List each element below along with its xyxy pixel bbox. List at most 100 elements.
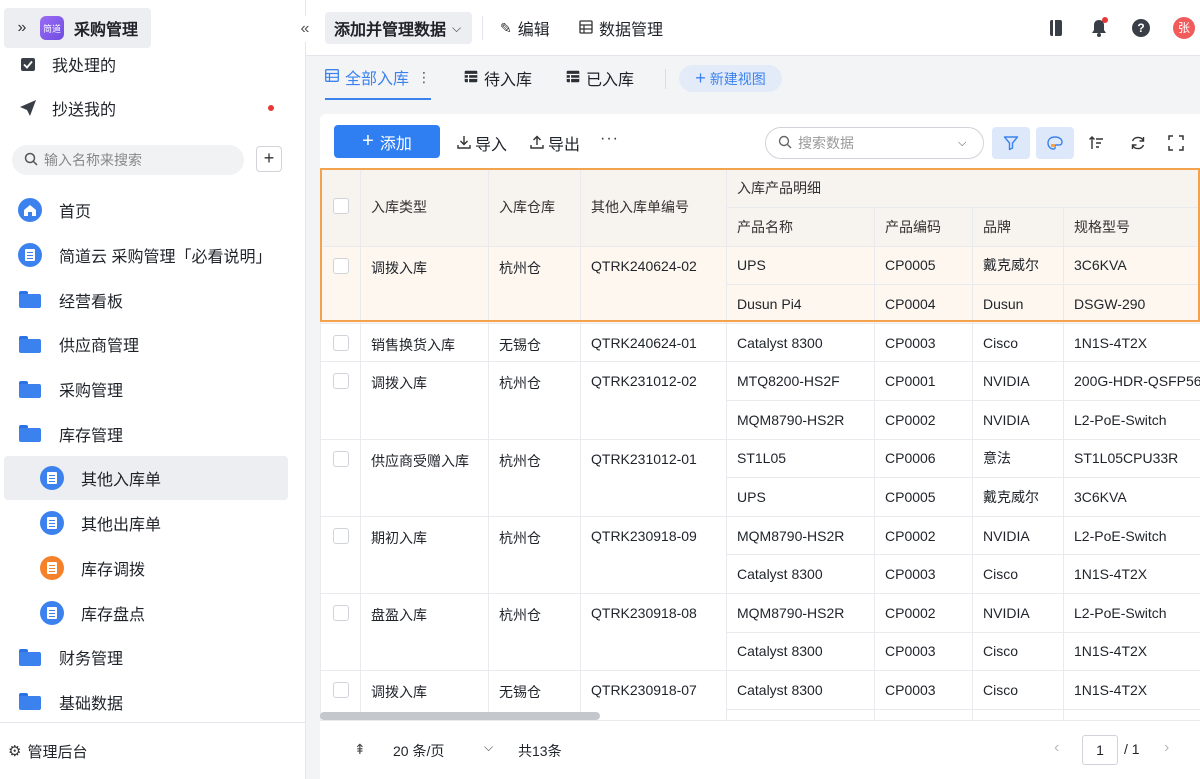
cell-number: QTRK231012-01 xyxy=(580,438,727,517)
cell-product-name: Dusun Pi4 xyxy=(726,284,875,324)
nav-other-inbound[interactable]: 其他入库单 xyxy=(0,456,306,501)
column-header[interactable]: 品牌 xyxy=(972,207,1064,247)
folder-icon xyxy=(18,288,42,312)
data-search[interactable]: ⌵ xyxy=(765,127,984,159)
sidebar-search[interactable] xyxy=(12,145,244,175)
tab-label: 全部入库 xyxy=(345,71,410,88)
nav-label: 财务管理 xyxy=(59,651,124,669)
sidebar-item-cc-me[interactable]: 抄送我的 xyxy=(0,88,306,128)
import-button[interactable]: 导入 xyxy=(457,132,507,154)
edit-button[interactable]: ✎ 编辑 xyxy=(500,16,550,40)
row-checkbox[interactable] xyxy=(320,438,361,517)
nav-base-data[interactable]: 基础数据 xyxy=(0,680,306,725)
mode-switch-dropdown[interactable]: 添加并管理数据 ⌵ xyxy=(325,12,472,44)
row-height-icon[interactable]: ⇞ xyxy=(354,741,366,758)
divider xyxy=(482,16,483,40)
plus-icon: + xyxy=(362,130,374,152)
cell-spec: 1N1S-4T2X xyxy=(1063,322,1200,363)
doc-icon xyxy=(40,600,64,625)
column-header[interactable]: 其他入库单编号 xyxy=(580,168,727,247)
horizontal-scrollbar[interactable] xyxy=(320,712,600,720)
tab-pending-inbound[interactable]: 待入库 xyxy=(464,56,532,100)
row-checkbox[interactable] xyxy=(320,361,361,440)
nav-supplier[interactable]: 供应商管理 xyxy=(0,322,306,367)
cell-warehouse: 杭州仓 xyxy=(488,592,581,672)
column-header[interactable]: 产品名称 xyxy=(726,207,875,247)
collapse-sidebar-icon[interactable]: « xyxy=(292,16,318,42)
filter-icon[interactable] xyxy=(992,127,1030,159)
folder-open-icon xyxy=(18,422,42,446)
fullscreen-icon[interactable] xyxy=(1157,127,1195,159)
cell-spec: 3C6KVA xyxy=(1063,245,1200,286)
row-checkbox[interactable] xyxy=(320,245,361,324)
sidebar-search-input[interactable] xyxy=(44,152,234,168)
notes-icon[interactable] xyxy=(1044,16,1068,40)
nav-home[interactable]: 首页 xyxy=(0,188,306,233)
table-row[interactable]: 调拨入库 杭州仓 QTRK240624-02 UPS CP0005 戴克威尔 3… xyxy=(320,245,1200,324)
chevron-down-icon[interactable]: ⌵ xyxy=(484,740,493,755)
cell-brand: 戴克威尔 xyxy=(972,477,1064,517)
column-header[interactable]: 入库仓库 xyxy=(488,168,581,247)
sidebar-item-my-tasks[interactable]: 我处理的 xyxy=(0,44,306,84)
add-button[interactable]: + 添加 xyxy=(334,125,440,158)
user-avatar[interactable]: 张 xyxy=(1172,16,1196,40)
table-row[interactable]: 销售换货入库 无锡仓 QTRK240624-01 Catalyst 8300 C… xyxy=(320,322,1200,363)
sort-icon[interactable] xyxy=(1077,127,1115,159)
nav-transfer[interactable]: 库存调拨 xyxy=(0,546,306,591)
page-size-select[interactable]: 20 条/页 xyxy=(393,741,444,761)
download-icon xyxy=(457,135,471,152)
nav-guide[interactable]: 简道云 采购管理「必看说明」 xyxy=(0,233,306,278)
table-row[interactable]: 期初入库 杭州仓 QTRK230918-09 MQM8790-HS2R CP00… xyxy=(320,515,1200,594)
export-button[interactable]: 导出 xyxy=(530,132,580,154)
expand-double-chevron-icon[interactable]: » xyxy=(4,19,40,37)
nav-finance[interactable]: 财务管理 xyxy=(0,635,306,680)
cell-spec: L2-PoE-Switch xyxy=(1063,592,1200,633)
table-row[interactable]: 调拨入库 杭州仓 QTRK231012-02 MTQ8200-HS2F CP00… xyxy=(320,361,1200,440)
table-row[interactable]: 调拨入库 无锡仓 QTRK230918-07 Catalyst 8300 CP0… xyxy=(320,670,1200,720)
prev-page-icon[interactable]: ‹ xyxy=(1054,739,1059,757)
table-row[interactable]: 供应商受赠入库 杭州仓 QTRK231012-01 ST1L05 CP0006 … xyxy=(320,438,1200,517)
data-manage-button[interactable]: 数据管理 xyxy=(579,16,663,40)
table-row[interactable]: 盘盈入库 杭州仓 QTRK230918-08 MQM8790-HS2R CP00… xyxy=(320,592,1200,672)
app-switcher[interactable]: » 简道 采购管理 xyxy=(4,8,151,48)
nav-stocktake[interactable]: 库存盘点 xyxy=(0,590,306,635)
row-checkbox[interactable] xyxy=(320,515,361,594)
cell-brand: NVIDIA xyxy=(972,592,1064,633)
column-header[interactable]: 规格型号 xyxy=(1063,207,1200,247)
cell-spec: L2-PoE-Switch xyxy=(1063,399,1200,440)
edit-label: 编辑 xyxy=(517,22,550,39)
help-icon[interactable]: ? xyxy=(1129,16,1153,40)
nav-purchase[interactable]: 采购管理 xyxy=(0,367,306,412)
new-view-button[interactable]: + 新建视图 xyxy=(679,65,782,92)
pagination-bar: ⇞ 20 条/页 ⌵ 共13条 ‹ 1 / 1 › xyxy=(320,720,1200,779)
cell-warehouse: 无锡仓 xyxy=(488,322,581,363)
cell-product-code: CP0002 xyxy=(874,515,973,556)
bell-icon[interactable] xyxy=(1087,16,1111,40)
refresh-icon[interactable] xyxy=(1119,127,1157,159)
cell-type: 销售换货入库 xyxy=(360,322,489,363)
nav-inventory[interactable]: 库存管理 xyxy=(0,411,306,456)
cell-product-code: CP0003 xyxy=(874,631,973,672)
tab-done-inbound[interactable]: 已入库 xyxy=(566,56,634,100)
tab-all-inbound[interactable]: 全部入库 ⋮ xyxy=(325,56,432,100)
row-checkbox[interactable] xyxy=(320,322,361,363)
more-actions-button[interactable]: ··· xyxy=(600,130,619,148)
more-vertical-icon[interactable]: ⋮ xyxy=(417,69,431,86)
nav-dashboard[interactable]: 经营看板 xyxy=(0,277,306,322)
column-header[interactable]: 入库类型 xyxy=(360,168,489,247)
page-number-input[interactable]: 1 xyxy=(1082,735,1118,765)
next-page-icon[interactable]: › xyxy=(1164,739,1169,757)
nav-label: 其他入库单 xyxy=(81,472,162,490)
add-item-button[interactable]: + xyxy=(256,146,282,172)
select-all-checkbox[interactable] xyxy=(320,168,361,247)
chevron-down-icon[interactable]: ⌵ xyxy=(958,137,966,150)
column-header[interactable]: 产品编码 xyxy=(874,207,973,247)
column-group-header[interactable]: 入库产品明细 xyxy=(726,168,1200,208)
row-checkbox[interactable] xyxy=(320,592,361,672)
admin-console-link[interactable]: ⚙ 管理后台 xyxy=(0,722,306,779)
search-icon xyxy=(24,152,38,169)
cell-product-name: MQM8790-HS2R xyxy=(726,592,875,633)
data-search-input[interactable] xyxy=(798,135,958,151)
nav-other-outbound[interactable]: 其他出库单 xyxy=(0,501,306,546)
highlight-rule-icon[interactable] xyxy=(1036,127,1074,159)
